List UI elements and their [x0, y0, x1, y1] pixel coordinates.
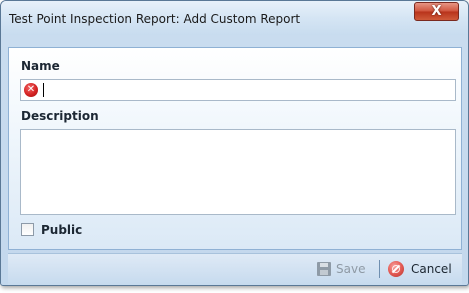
description-textarea[interactable] — [20, 129, 456, 215]
name-input[interactable]: ✕ — [20, 79, 456, 101]
toolbar-separator — [379, 260, 380, 278]
save-button[interactable]: Save — [336, 262, 365, 276]
save-icon — [317, 262, 331, 276]
error-glyph: ✕ — [26, 84, 36, 95]
name-label: Name — [21, 59, 60, 73]
public-checkbox[interactable] — [21, 223, 34, 236]
text-caret — [43, 83, 44, 97]
dialog-title: Test Point Inspection Report: Add Custom… — [9, 12, 301, 26]
close-button[interactable]: X — [414, 2, 459, 21]
close-icon: X — [431, 4, 442, 19]
error-icon: ✕ — [24, 83, 38, 97]
cancel-button[interactable]: Cancel — [411, 262, 452, 276]
cancel-icon — [388, 261, 404, 277]
dialog-window: Test Point Inspection Report: Add Custom… — [0, 0, 469, 286]
button-bar: Save Cancel — [8, 253, 462, 285]
public-label: Public — [41, 223, 83, 237]
description-label: Description — [21, 109, 99, 123]
title-bar: Test Point Inspection Report: Add Custom… — [1, 1, 468, 35]
